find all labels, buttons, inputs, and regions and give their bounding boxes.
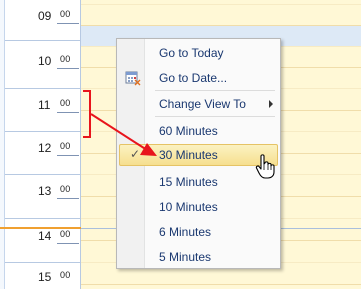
annotation-arrowhead	[140, 143, 157, 156]
annotation-overlay	[83, 90, 157, 156]
annotation-arrow-line	[90, 113, 148, 151]
hand-cursor-icon	[255, 154, 275, 179]
annotation-bracket	[83, 90, 91, 138]
